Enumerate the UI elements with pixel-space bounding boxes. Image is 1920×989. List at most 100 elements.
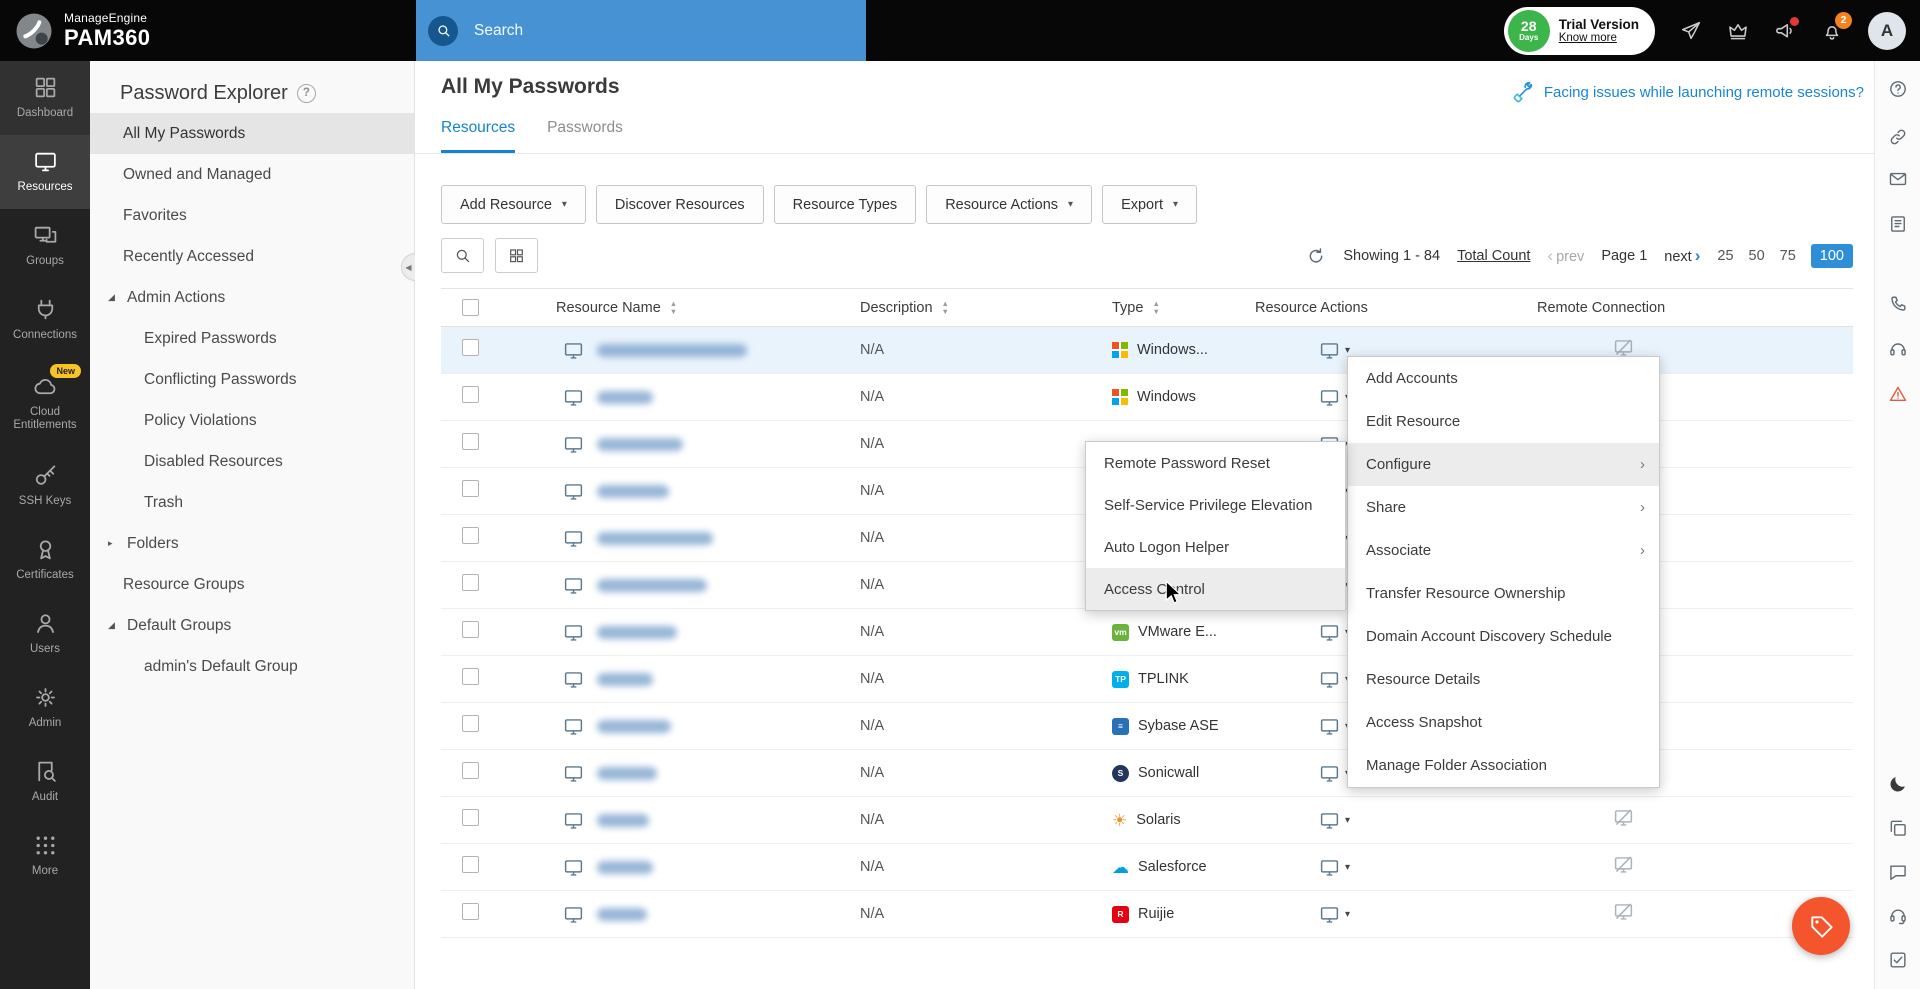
expand-triangle-icon[interactable]: ◢	[108, 292, 115, 303]
row-checkbox[interactable]	[462, 433, 479, 450]
resource-name-redacted[interactable]	[597, 767, 657, 780]
menu-item-auto-logon-helper[interactable]: Auto Logon Helper	[1086, 526, 1345, 568]
refresh-icon[interactable]	[1306, 246, 1326, 266]
row-checkbox[interactable]	[462, 621, 479, 638]
checklist-icon[interactable]	[1888, 950, 1908, 970]
mail-icon[interactable]	[1888, 169, 1908, 189]
sidebar-item-disabled-resources[interactable]: Disabled Resources	[90, 441, 414, 482]
help-icon[interactable]: ?	[297, 84, 316, 103]
menu-item-access-snapshot[interactable]: Access Snapshot	[1348, 701, 1659, 744]
table-row[interactable]: N/A ☀Solaris ▾	[441, 797, 1853, 844]
menu-item-transfer-resource-ownership[interactable]: Transfer Resource Ownership	[1348, 572, 1659, 615]
column-type[interactable]: Type	[1112, 300, 1143, 316]
resource-name-redacted[interactable]	[597, 814, 649, 827]
menu-item-access-control[interactable]: Access Control	[1086, 568, 1345, 610]
page-size-75[interactable]: 75	[1780, 248, 1796, 264]
next-page-button[interactable]: next›	[1664, 246, 1700, 266]
row-checkbox[interactable]	[462, 527, 479, 544]
row-checkbox[interactable]	[462, 856, 479, 873]
global-search[interactable]: Search	[416, 0, 866, 61]
row-checkbox[interactable]	[462, 903, 479, 920]
resource-name-redacted[interactable]	[597, 908, 647, 921]
sort-icon[interactable]: ▲▼	[670, 300, 677, 315]
sidebar-item-default-groups[interactable]: ◢ Default Groups	[90, 605, 414, 646]
nav-item-resources[interactable]: Resources	[0, 135, 90, 209]
menu-item-configure[interactable]: Configure ›	[1348, 443, 1659, 486]
table-row[interactable]: N/A ☁Salesforce ▾	[441, 844, 1853, 891]
row-checkbox[interactable]	[462, 809, 479, 826]
menu-item-add-accounts[interactable]: Add Accounts	[1348, 357, 1659, 400]
alert-icon[interactable]	[1888, 384, 1908, 404]
column-description[interactable]: Description	[860, 300, 933, 316]
menu-item-associate[interactable]: Associate ›	[1348, 529, 1659, 572]
nav-item-users[interactable]: Users	[0, 597, 90, 671]
resource-name-redacted[interactable]	[597, 485, 669, 498]
page-indicator[interactable]: Page 1	[1601, 248, 1647, 264]
card-view-button[interactable]	[495, 238, 538, 273]
resource-name-redacted[interactable]	[597, 861, 653, 874]
brand[interactable]: ManageEngine PAM360	[0, 11, 150, 51]
sidebar-item-trash[interactable]: Trash	[90, 482, 414, 523]
resource-name-redacted[interactable]	[597, 720, 671, 733]
sidebar-item-policy-violations[interactable]: Policy Violations	[90, 400, 414, 441]
resource-name-redacted[interactable]	[597, 673, 653, 686]
headset-mic-icon[interactable]	[1888, 906, 1908, 926]
nav-item-cloud-entitlements[interactable]: Cloud Entitlements New	[0, 357, 90, 449]
remote-session-issues-link[interactable]: Facing issues while launching remote ses…	[1512, 81, 1864, 104]
add-resource-button[interactable]: Add Resource ▾	[441, 185, 586, 224]
nav-item-more[interactable]: More	[0, 819, 90, 893]
discover-resources-button[interactable]: Discover Resources	[596, 185, 764, 224]
notifications-icon[interactable]: 2	[1821, 20, 1843, 42]
menu-item-share[interactable]: Share ›	[1348, 486, 1659, 529]
sidebar-item-owned-and-managed[interactable]: Owned and Managed	[90, 154, 414, 195]
sidebar-item-resource-groups[interactable]: Resource Groups	[90, 564, 414, 605]
license-icon[interactable]	[1727, 20, 1749, 42]
row-checkbox[interactable]	[462, 574, 479, 591]
page-size-25[interactable]: 25	[1717, 248, 1733, 264]
nav-item-admin[interactable]: Admin	[0, 671, 90, 745]
phone-icon[interactable]	[1888, 294, 1908, 314]
sidebar-item-folders[interactable]: ▸ Folders	[90, 523, 414, 564]
nav-item-connections[interactable]: Connections	[0, 283, 90, 357]
sidebar-item-conflicting-passwords[interactable]: Conflicting Passwords	[90, 359, 414, 400]
prev-page-button[interactable]: ‹prev	[1547, 246, 1584, 266]
resource-actions-trigger[interactable]: ▾	[1241, 904, 1521, 925]
menu-item-resource-details[interactable]: Resource Details	[1348, 658, 1659, 701]
sidebar-item-admin-actions[interactable]: ◢ Admin Actions	[90, 277, 414, 318]
trial-badge[interactable]: 28 Days Trial Version Know more	[1504, 7, 1655, 55]
sidebar-item-recently-accessed[interactable]: Recently Accessed	[90, 236, 414, 277]
copy-icon[interactable]	[1888, 818, 1908, 838]
table-row[interactable]: N/A RRuijie ▾	[441, 891, 1853, 938]
row-checkbox[interactable]	[462, 715, 479, 732]
select-all-checkbox[interactable]	[462, 299, 479, 316]
expand-triangle-icon[interactable]: ▸	[108, 538, 113, 549]
nav-item-audit[interactable]: Audit	[0, 745, 90, 819]
resource-name-redacted[interactable]	[597, 626, 677, 639]
menu-item-domain-account-discovery-schedule[interactable]: Domain Account Discovery Schedule	[1348, 615, 1659, 658]
link-icon[interactable]	[1888, 127, 1908, 147]
clipboard-icon[interactable]	[1888, 214, 1908, 234]
trial-know-more-link[interactable]: Know more	[1559, 32, 1639, 44]
export-button[interactable]: Export ▾	[1102, 185, 1197, 224]
resource-name-redacted[interactable]	[597, 344, 747, 357]
moon-icon[interactable]	[1888, 774, 1908, 794]
support-fab[interactable]	[1792, 897, 1850, 955]
sidebar-item-admin-s-default-group[interactable]: admin's Default Group	[90, 646, 414, 687]
chat-icon[interactable]	[1888, 862, 1908, 882]
page-size-100[interactable]: 100	[1811, 244, 1853, 268]
resource-actions-trigger[interactable]: ▾	[1241, 857, 1521, 878]
resource-actions-trigger[interactable]: ▾	[1241, 810, 1521, 831]
tab-passwords[interactable]: Passwords	[547, 119, 623, 153]
resource-name-redacted[interactable]	[597, 579, 707, 592]
menu-item-remote-password-reset[interactable]: Remote Password Reset	[1086, 442, 1345, 484]
tab-resources[interactable]: Resources	[441, 119, 515, 153]
table-search-button[interactable]	[441, 238, 484, 273]
resource-name-redacted[interactable]	[597, 438, 683, 451]
menu-item-manage-folder-association[interactable]: Manage Folder Association	[1348, 744, 1659, 787]
announcement-icon[interactable]	[1774, 20, 1796, 42]
row-checkbox[interactable]	[462, 339, 479, 356]
avatar[interactable]: A	[1868, 12, 1906, 50]
sidebar-item-all-my-passwords[interactable]: All My Passwords	[90, 113, 414, 154]
resource-actions-button[interactable]: Resource Actions ▾	[926, 185, 1092, 224]
resource-name-redacted[interactable]	[597, 532, 713, 545]
